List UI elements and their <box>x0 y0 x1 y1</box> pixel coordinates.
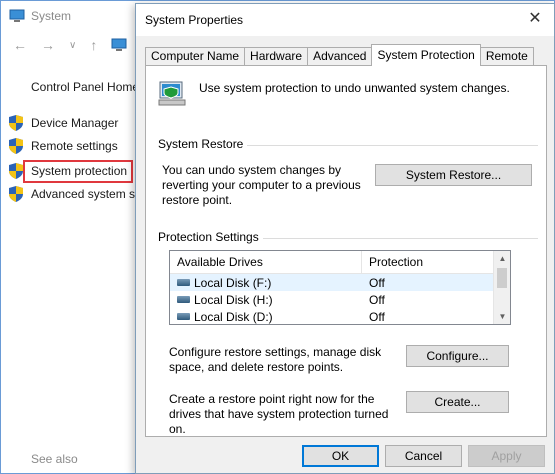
highlight-box <box>23 160 133 183</box>
table-row[interactable]: Local Disk (F:) Off <box>170 274 510 291</box>
drive-name: Local Disk (D:) <box>194 309 273 324</box>
chevron-down-icon[interactable]: ∨ <box>69 40 76 51</box>
back-arrow-icon[interactable]: ← <box>13 37 27 53</box>
system-restore-button[interactable]: System Restore... <box>375 164 532 186</box>
tab-computer-name[interactable]: Computer Name <box>145 47 246 66</box>
shield-icon <box>9 186 23 202</box>
dialog-title: System Properties <box>145 13 244 27</box>
shield-icon <box>9 138 23 154</box>
drive-name: Local Disk (H:) <box>194 292 273 307</box>
column-header-available-drives[interactable]: Available Drives <box>170 251 362 273</box>
intro-text: Use system protection to undo unwanted s… <box>199 81 510 95</box>
sidebar-item-advanced-system-settings[interactable]: Advanced system se <box>9 186 142 202</box>
shield-icon <box>9 115 23 131</box>
drives-list-header: Available Drives Protection <box>170 251 510 274</box>
sidebar-item-label: Advanced system se <box>31 187 142 201</box>
vertical-scrollbar[interactable]: ▲ ▼ <box>493 251 510 324</box>
shield-icon <box>9 163 23 179</box>
tab-remote[interactable]: Remote <box>479 47 534 66</box>
see-also-label: See also <box>31 452 78 466</box>
control-panel-home-link[interactable]: Control Panel Home <box>31 80 139 94</box>
system-properties-dialog: System Properties ✕ Computer Name Hardwa… <box>135 3 555 474</box>
hard-disk-icon <box>177 313 190 320</box>
forward-arrow-icon[interactable]: → <box>41 37 55 53</box>
table-row[interactable]: Local Disk (D:) Off <box>170 308 510 324</box>
create-button[interactable]: Create... <box>406 391 509 413</box>
system-restore-description: You can undo system changes by reverting… <box>162 163 361 207</box>
hard-disk-icon <box>177 296 190 303</box>
drive-protection: Off <box>369 292 385 307</box>
computer-icon <box>111 38 127 51</box>
close-icon[interactable]: ✕ <box>528 11 542 27</box>
sidebar-item-remote-settings[interactable]: Remote settings <box>9 138 118 154</box>
computer-icon <box>9 9 25 22</box>
sidebar-item-device-manager[interactable]: Device Manager <box>9 115 118 131</box>
tab-bar: Computer Name Hardware Advanced System P… <box>145 44 534 66</box>
scroll-down-icon[interactable]: ▼ <box>494 309 510 324</box>
system-protection-icon <box>158 81 186 106</box>
nav-bar: ← → ∨ ↑ <box>13 37 127 53</box>
drives-list[interactable]: Available Drives Protection Local Disk (… <box>169 250 511 325</box>
drive-protection: Off <box>369 309 385 324</box>
tab-hardware[interactable]: Hardware <box>244 47 309 66</box>
configure-description: Configure restore settings, manage disk … <box>169 345 382 374</box>
tab-panel: Use system protection to undo unwanted s… <box>145 65 547 437</box>
configure-button[interactable]: Configure... <box>406 345 509 367</box>
apply-button[interactable]: Apply <box>468 445 545 467</box>
column-header-protection[interactable]: Protection <box>362 251 423 273</box>
dialog-titlebar: System Properties <box>136 4 554 36</box>
window-title: System <box>31 9 72 23</box>
table-row[interactable]: Local Disk (H:) Off <box>170 291 510 308</box>
up-arrow-icon[interactable]: ↑ <box>90 37 97 53</box>
scroll-up-icon[interactable]: ▲ <box>494 251 510 266</box>
sidebar-item-label: Device Manager <box>31 116 119 130</box>
drive-name: Local Disk (F:) <box>194 275 272 290</box>
scroll-thumb[interactable] <box>497 268 507 288</box>
tab-advanced[interactable]: Advanced <box>307 47 373 66</box>
tab-system-protection[interactable]: System Protection <box>371 44 481 66</box>
create-description: Create a restore point right now for the… <box>169 392 389 436</box>
drive-protection: Off <box>369 275 385 290</box>
cancel-button[interactable]: Cancel <box>385 445 462 467</box>
protection-settings-group-label: Protection Settings <box>158 230 263 244</box>
hard-disk-icon <box>177 279 190 286</box>
ok-button[interactable]: OK <box>302 445 379 467</box>
system-restore-group-label: System Restore <box>158 137 248 151</box>
sidebar-item-label: Remote settings <box>31 139 118 153</box>
